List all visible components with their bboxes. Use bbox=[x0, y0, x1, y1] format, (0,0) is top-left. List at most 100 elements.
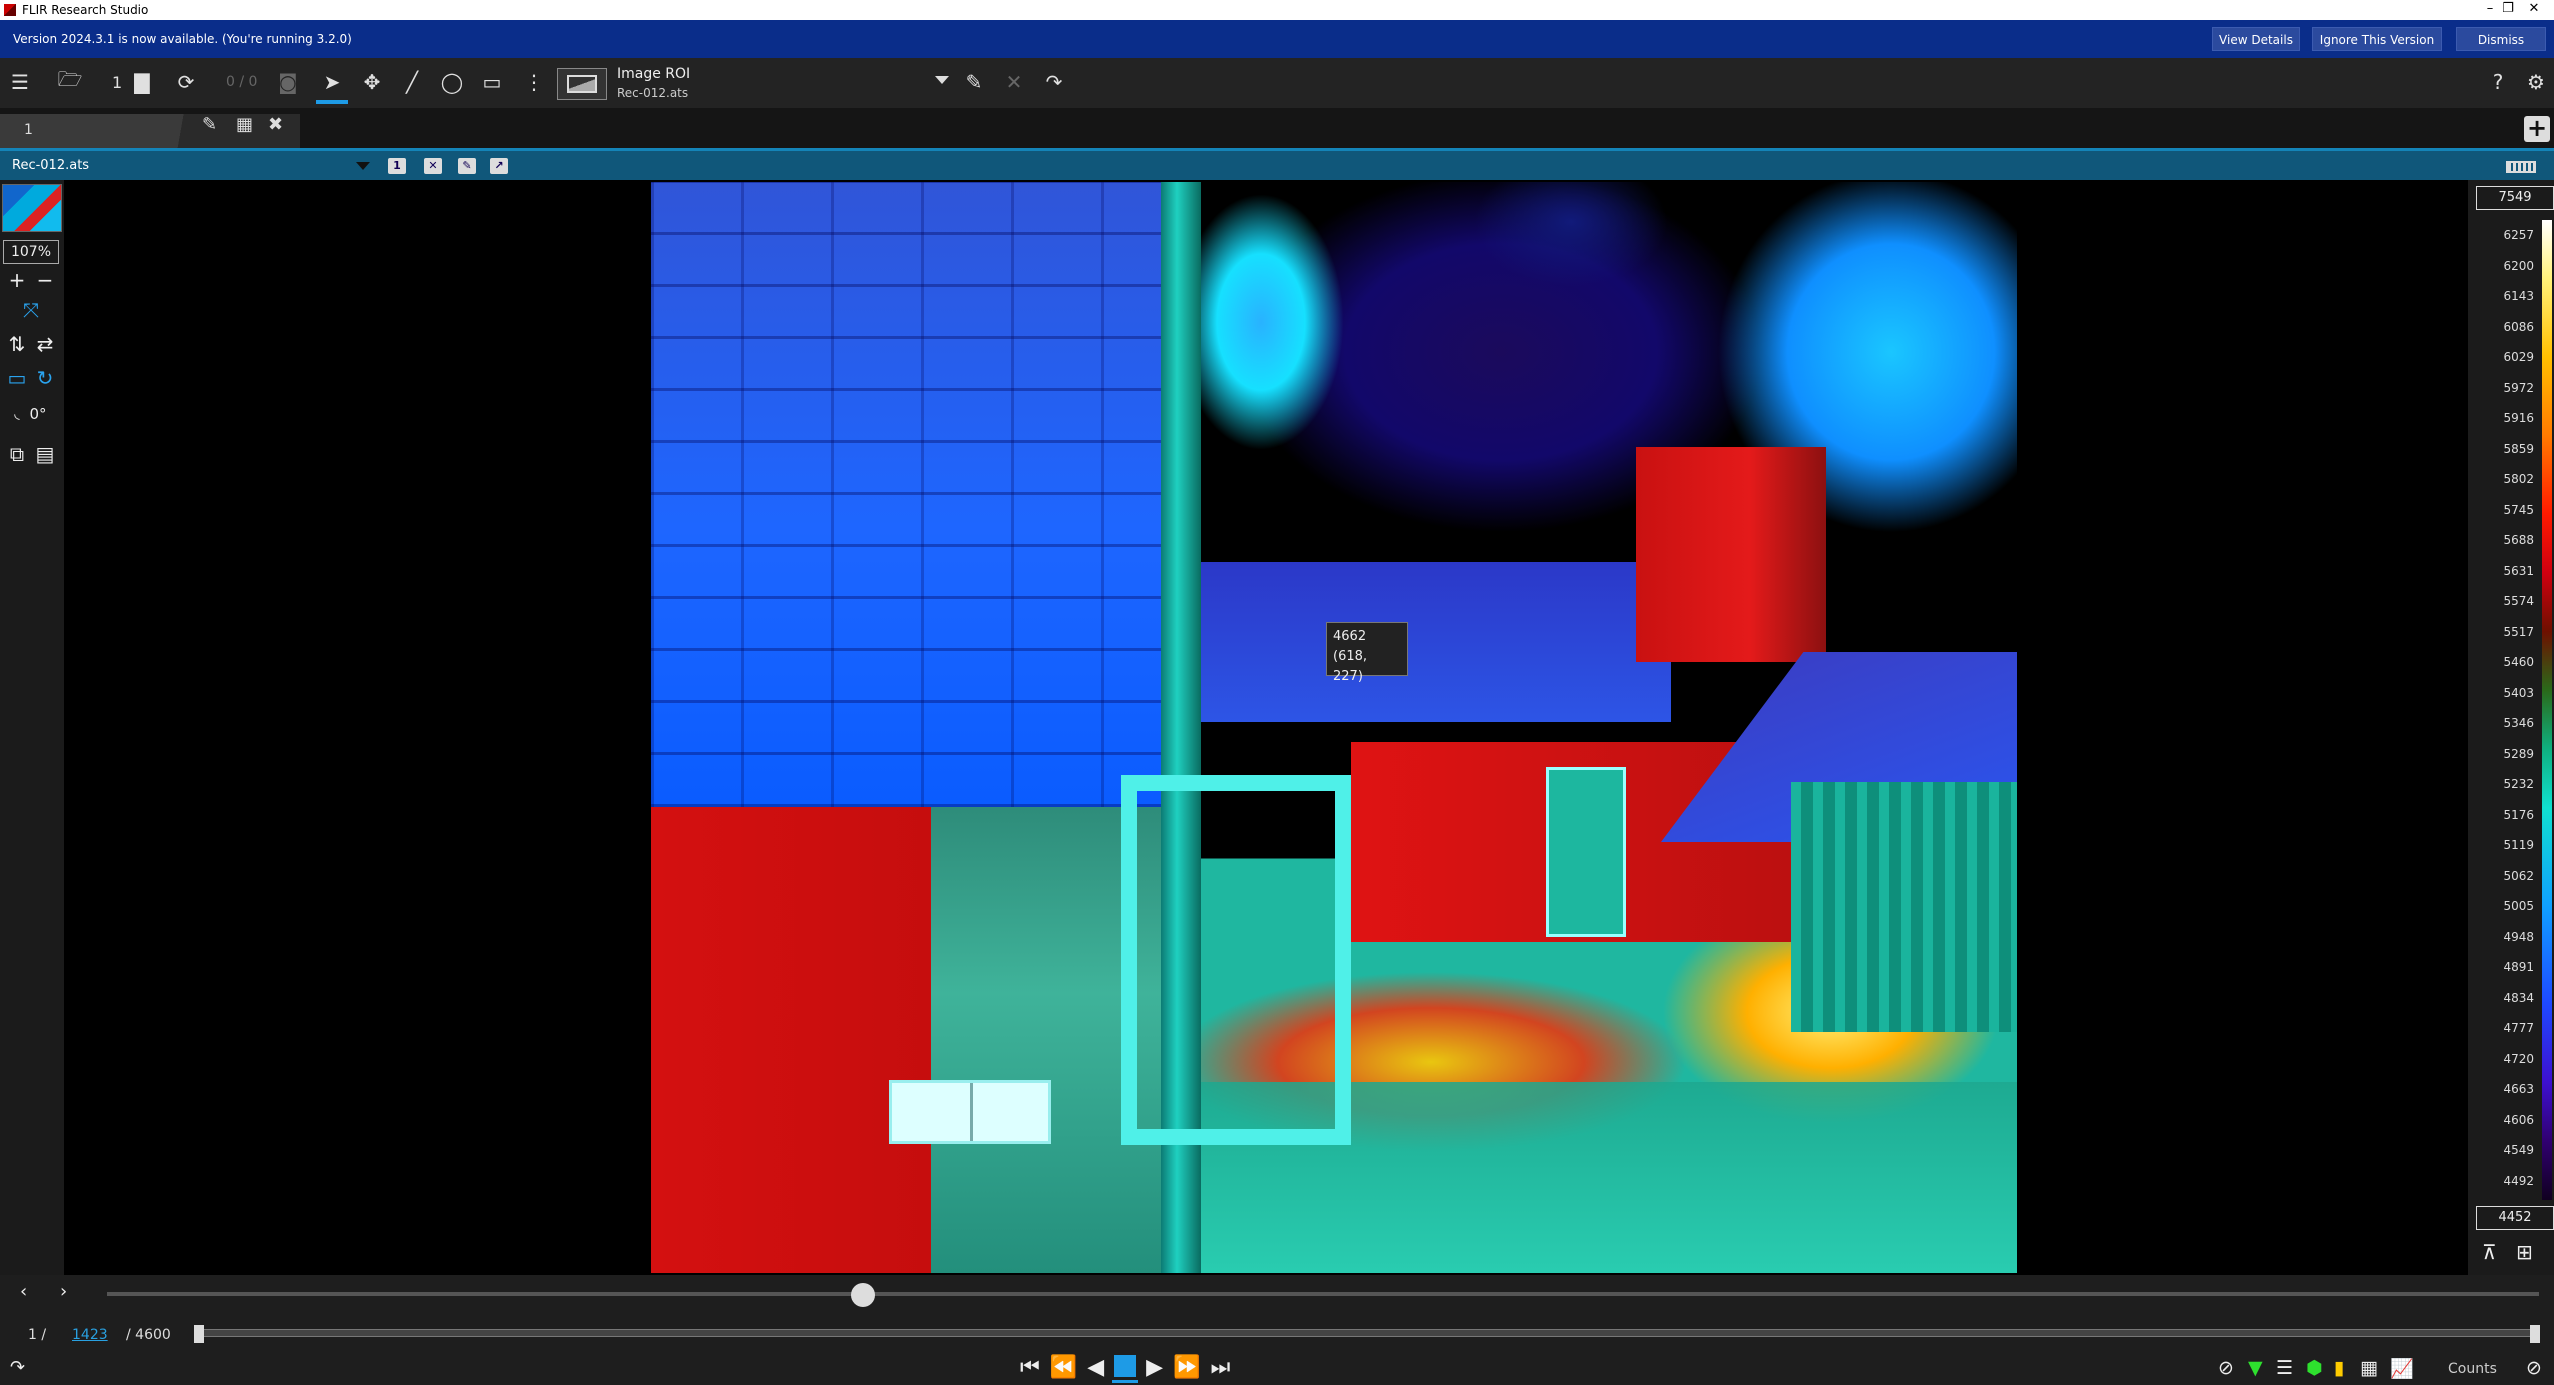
share-arrow-icon[interactable]: ↷ bbox=[1038, 66, 1070, 98]
rectangle-tool-icon[interactable]: ▭ bbox=[476, 66, 508, 98]
view-details-button[interactable]: View Details bbox=[2212, 27, 2300, 51]
help-button[interactable]: ? bbox=[2482, 66, 2514, 98]
tab-label: 1 bbox=[24, 122, 33, 138]
document-icon[interactable]: ▤ bbox=[32, 442, 58, 466]
color-scale-tick: 5176 bbox=[2503, 807, 2534, 822]
split-view-icon[interactable]: ▭ bbox=[4, 366, 30, 390]
add-tab-button[interactable]: + bbox=[2524, 116, 2550, 142]
rewind-icon[interactable]: ⏪ bbox=[1050, 1355, 1077, 1380]
edit-pencil-icon[interactable]: ✎ bbox=[958, 66, 990, 98]
color-scale-tick: 5859 bbox=[2503, 441, 2534, 456]
current-frame-link[interactable]: 1423 bbox=[72, 1327, 108, 1343]
file-dropdown-chevron-icon[interactable] bbox=[356, 162, 370, 170]
color-bar bbox=[2542, 220, 2552, 1200]
color-scale-tick: 5688 bbox=[2503, 533, 2534, 547]
color-scale-tick: 5631 bbox=[2503, 563, 2534, 578]
left-tool-panel: 107% + − ⤧ ⇅ ⇄ ▭ ↻ ◟ 0° ⧉ ▤ bbox=[0, 180, 64, 1275]
stop-icon[interactable] bbox=[1112, 1355, 1139, 1383]
close-file-icon[interactable]: ✕ bbox=[424, 158, 442, 174]
color-scale-tick: 5972 bbox=[2503, 380, 2534, 395]
color-scale-tick: 4606 bbox=[2503, 1112, 2534, 1127]
units-label[interactable]: Counts bbox=[2448, 1361, 2497, 1377]
color-scale-tick: 5119 bbox=[2503, 838, 2534, 852]
more-tools-icon[interactable]: ⋮ bbox=[518, 66, 550, 98]
color-scale-tick: 6029 bbox=[2503, 350, 2534, 364]
zoom-in-icon[interactable]: + bbox=[4, 268, 30, 292]
frame-range-slider[interactable] bbox=[194, 1325, 2540, 1343]
color-scale-tick: 4777 bbox=[2503, 1021, 2534, 1035]
flip-vertical-icon[interactable]: ⇅ bbox=[4, 332, 30, 356]
open-folder-icon[interactable]: 🗁 bbox=[54, 66, 86, 98]
roi-selector[interactable]: Image ROI Rec-012.ats bbox=[557, 66, 949, 102]
adjustments-icon[interactable]: ☰ bbox=[2276, 1357, 2293, 1379]
color-scale-tick: 5062 bbox=[2503, 868, 2534, 883]
ellipse-tool-icon[interactable]: ◯ bbox=[436, 66, 468, 98]
fit-to-window-icon[interactable]: ⤧ bbox=[18, 298, 44, 322]
thermal-chimney bbox=[1636, 447, 1826, 662]
previous-chevron-icon[interactable]: ‹ bbox=[20, 1281, 27, 1302]
filter-off-icon[interactable]: ⊘ bbox=[2218, 1357, 2234, 1379]
image-roi-icon bbox=[557, 68, 607, 100]
layout-grid-icon[interactable]: ▦ bbox=[236, 114, 253, 135]
zoom-level[interactable]: 107% bbox=[3, 240, 59, 264]
image-viewer[interactable]: 4662 (618, 227) bbox=[64, 180, 2468, 1275]
camera-icon[interactable]: ◙ bbox=[272, 66, 304, 98]
line-tool-icon[interactable]: ╱ bbox=[396, 66, 428, 98]
flip-horizontal-icon[interactable]: ⇄ bbox=[32, 332, 58, 356]
palette-icon[interactable]: ▮ bbox=[2334, 1357, 2344, 1379]
settings-gear-icon[interactable]: ⚙ bbox=[2520, 66, 2552, 98]
plot-icon[interactable]: 📈 bbox=[2390, 1357, 2414, 1380]
timeline-scrubber[interactable] bbox=[107, 1292, 2539, 1296]
snapshot-counter: 0 / 0 bbox=[226, 74, 258, 90]
edit-file-icon[interactable]: ✎ bbox=[458, 158, 476, 174]
timeline-scrubber-knob[interactable] bbox=[851, 1283, 875, 1307]
ignore-version-button[interactable]: Ignore This Version bbox=[2312, 27, 2442, 51]
filter-icon[interactable]: ▼ bbox=[2248, 1357, 2263, 1379]
rename-tab-pencil-icon[interactable]: ✎ bbox=[202, 114, 217, 135]
delete-x-icon[interactable]: ✕ bbox=[998, 66, 1030, 98]
tooltip-value: 4662 bbox=[1333, 629, 1367, 644]
zoom-out-icon[interactable]: − bbox=[32, 268, 58, 292]
rotation-value[interactable]: 0° bbox=[20, 402, 56, 426]
update-message: Version 2024.3.1 is now available. (You'… bbox=[13, 32, 352, 46]
fast-forward-icon[interactable]: ⏩ bbox=[1173, 1355, 1200, 1380]
play-icon[interactable]: ▶ bbox=[1146, 1355, 1163, 1380]
range-start-handle[interactable] bbox=[194, 1325, 204, 1343]
auto-adjust-icon[interactable]: ⊼ bbox=[2482, 1240, 2497, 1264]
select-pointer-icon[interactable]: ➤ bbox=[316, 66, 348, 104]
refresh-icon[interactable]: ⟳ bbox=[170, 66, 202, 98]
3d-cube-icon[interactable]: ⬢ bbox=[2306, 1357, 2323, 1379]
close-tab-icon[interactable]: ✖ bbox=[268, 114, 283, 135]
range-end-handle[interactable] bbox=[2530, 1325, 2540, 1343]
image-thumbnail[interactable] bbox=[2, 184, 62, 232]
table-icon[interactable]: ▦ bbox=[2360, 1357, 2378, 1379]
tab-1[interactable]: 1 bbox=[0, 114, 300, 148]
step-back-icon[interactable]: ◀ bbox=[1087, 1355, 1104, 1380]
roi-shapes-icon[interactable]: ⧉ bbox=[4, 442, 30, 466]
next-chevron-icon[interactable]: › bbox=[60, 1281, 67, 1302]
update-banner: Version 2024.3.1 is now available. (You'… bbox=[0, 20, 2554, 58]
export-arrow-icon[interactable]: ↷ bbox=[10, 1357, 25, 1378]
scale-max-input[interactable]: 7549 bbox=[2476, 186, 2554, 210]
color-scale-tick: 4948 bbox=[2503, 929, 2534, 944]
thermal-trees bbox=[1201, 182, 2017, 602]
thermal-roof-left bbox=[651, 182, 1166, 807]
file-icon[interactable]: ▇ bbox=[126, 66, 158, 98]
scale-lock-icon[interactable]: ⊞ bbox=[2516, 1240, 2533, 1264]
no-entry-icon[interactable]: ⊘ bbox=[2526, 1357, 2542, 1379]
expand-file-icon[interactable]: ↗ bbox=[490, 158, 508, 174]
spot-tool-icon[interactable]: ✥ bbox=[356, 66, 388, 98]
dismiss-button[interactable]: Dismiss bbox=[2456, 27, 2546, 51]
skip-to-end-icon[interactable]: ⏭ bbox=[1210, 1355, 1230, 1380]
rotate-icon[interactable]: ↻ bbox=[32, 366, 58, 390]
menu-icon[interactable]: ☰ bbox=[4, 66, 36, 98]
file-selector-row: Rec-012.ats 1 ✕ ✎ ↗ bbox=[0, 148, 2554, 180]
thermal-image[interactable] bbox=[651, 182, 2017, 1273]
color-scale-tick: 4834 bbox=[2503, 990, 2534, 1005]
thermal-meter-boxes bbox=[889, 1080, 1051, 1144]
keyboard-icon[interactable] bbox=[2506, 161, 2536, 173]
scale-min-input[interactable]: 4452 bbox=[2476, 1206, 2554, 1230]
skip-to-start-icon[interactable]: ⏮ bbox=[1020, 1355, 1040, 1380]
close-window-button[interactable]: ✕ bbox=[2514, 0, 2554, 20]
file-name[interactable]: Rec-012.ats bbox=[12, 158, 89, 173]
